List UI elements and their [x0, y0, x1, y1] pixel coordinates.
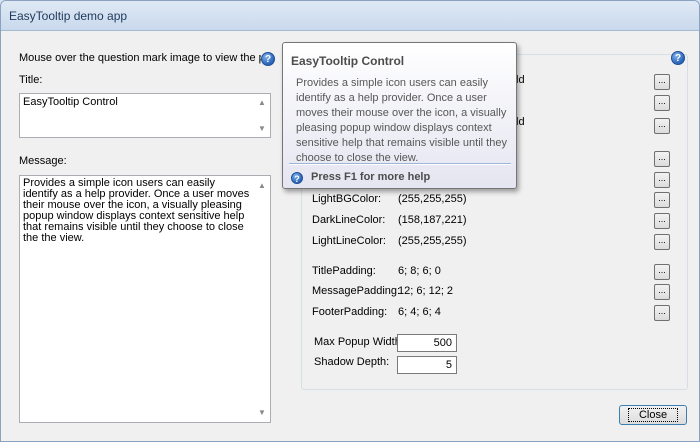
question-mark-icon[interactable]: ? — [261, 52, 275, 66]
ellipsis-button[interactable]: ... — [654, 74, 670, 90]
title-padding-value: 6; 8; 6; 0 — [398, 265, 441, 277]
message-padding-button[interactable]: ... — [654, 284, 670, 300]
title-scrollbar[interactable]: ▲ ▼ — [254, 94, 270, 137]
message-padding-value: 12; 6; 12; 2 — [398, 285, 454, 297]
popup-divider-highlight — [289, 164, 511, 165]
message-label: Message: — [19, 155, 67, 167]
app-window: EasyTooltip demo app Mouse over the ques… — [0, 0, 700, 442]
footer-padding-label: FooterPadding: — [312, 306, 388, 318]
light-line-color-button[interactable]: ... — [654, 234, 670, 250]
scroll-down-icon[interactable]: ▼ — [258, 407, 266, 418]
light-line-color-value: (255,255,255) — [398, 235, 467, 247]
max-popup-width-label: Max Popup Width: — [314, 336, 404, 348]
light-bg-color-value: (255,255,255) — [398, 193, 467, 205]
light-bg-color-label: LightBGColor: — [312, 193, 382, 205]
message-textbox-value: Provides a simple icon users can easily … — [23, 177, 250, 244]
max-popup-width-input[interactable]: 500 — [397, 334, 457, 352]
title-padding-button[interactable]: ... — [654, 264, 670, 280]
dark-line-color-value: (158,187,221) — [398, 214, 467, 226]
shadow-depth-label: Shadow Depth: — [314, 356, 390, 368]
footer-padding-button[interactable]: ... — [654, 305, 670, 321]
scroll-up-icon[interactable]: ▲ — [258, 98, 266, 107]
ellipsis-button[interactable]: ... — [654, 95, 670, 111]
close-button-label: Close — [627, 408, 679, 422]
popup-footer: Press F1 for more help — [311, 171, 431, 183]
title-textbox-value: EasyTooltip Control — [23, 96, 118, 108]
message-scrollbar[interactable]: ▲ ▼ — [254, 176, 270, 422]
message-padding-label: MessagePadding: — [312, 285, 401, 297]
scroll-up-icon[interactable]: ▲ — [258, 180, 266, 191]
property-value-partial: ld — [516, 116, 525, 128]
ellipsis-button[interactable]: ... — [654, 151, 670, 167]
ellipsis-button[interactable]: ... — [654, 172, 670, 188]
dark-line-color-label: DarkLineColor: — [312, 214, 386, 226]
light-bg-color-button[interactable]: ... — [654, 192, 670, 208]
question-mark-icon: ? — [291, 172, 303, 184]
title-textbox[interactable]: EasyTooltip Control ▲ ▼ — [19, 93, 271, 138]
popup-message: Provides a simple icon users can easily … — [296, 77, 507, 164]
dark-line-color-button[interactable]: ... — [654, 213, 670, 229]
light-line-color-label: LightLineColor: — [312, 235, 386, 247]
shadow-depth-input[interactable]: 5 — [397, 356, 457, 374]
close-button[interactable]: Close — [619, 405, 687, 425]
ellipsis-button[interactable]: ... — [654, 118, 670, 134]
title-bar[interactable]: EasyTooltip demo app — [1, 1, 699, 31]
window-title: EasyTooltip demo app — [9, 9, 128, 23]
scroll-down-icon[interactable]: ▼ — [258, 124, 266, 133]
instruction-text: Mouse over the question mark image to vi… — [19, 52, 261, 64]
title-padding-label: TitlePadding: — [312, 265, 376, 277]
popup-title: EasyTooltip Control — [291, 54, 405, 68]
title-label: Title: — [19, 74, 43, 86]
footer-padding-value: 6; 4; 6; 4 — [398, 306, 441, 318]
message-textbox[interactable]: Provides a simple icon users can easily … — [19, 175, 271, 423]
help-popup[interactable]: EasyTooltip Control Provides a simple ic… — [282, 42, 517, 189]
property-value-partial: ld — [516, 74, 525, 86]
question-mark-icon[interactable]: ? — [671, 51, 685, 65]
